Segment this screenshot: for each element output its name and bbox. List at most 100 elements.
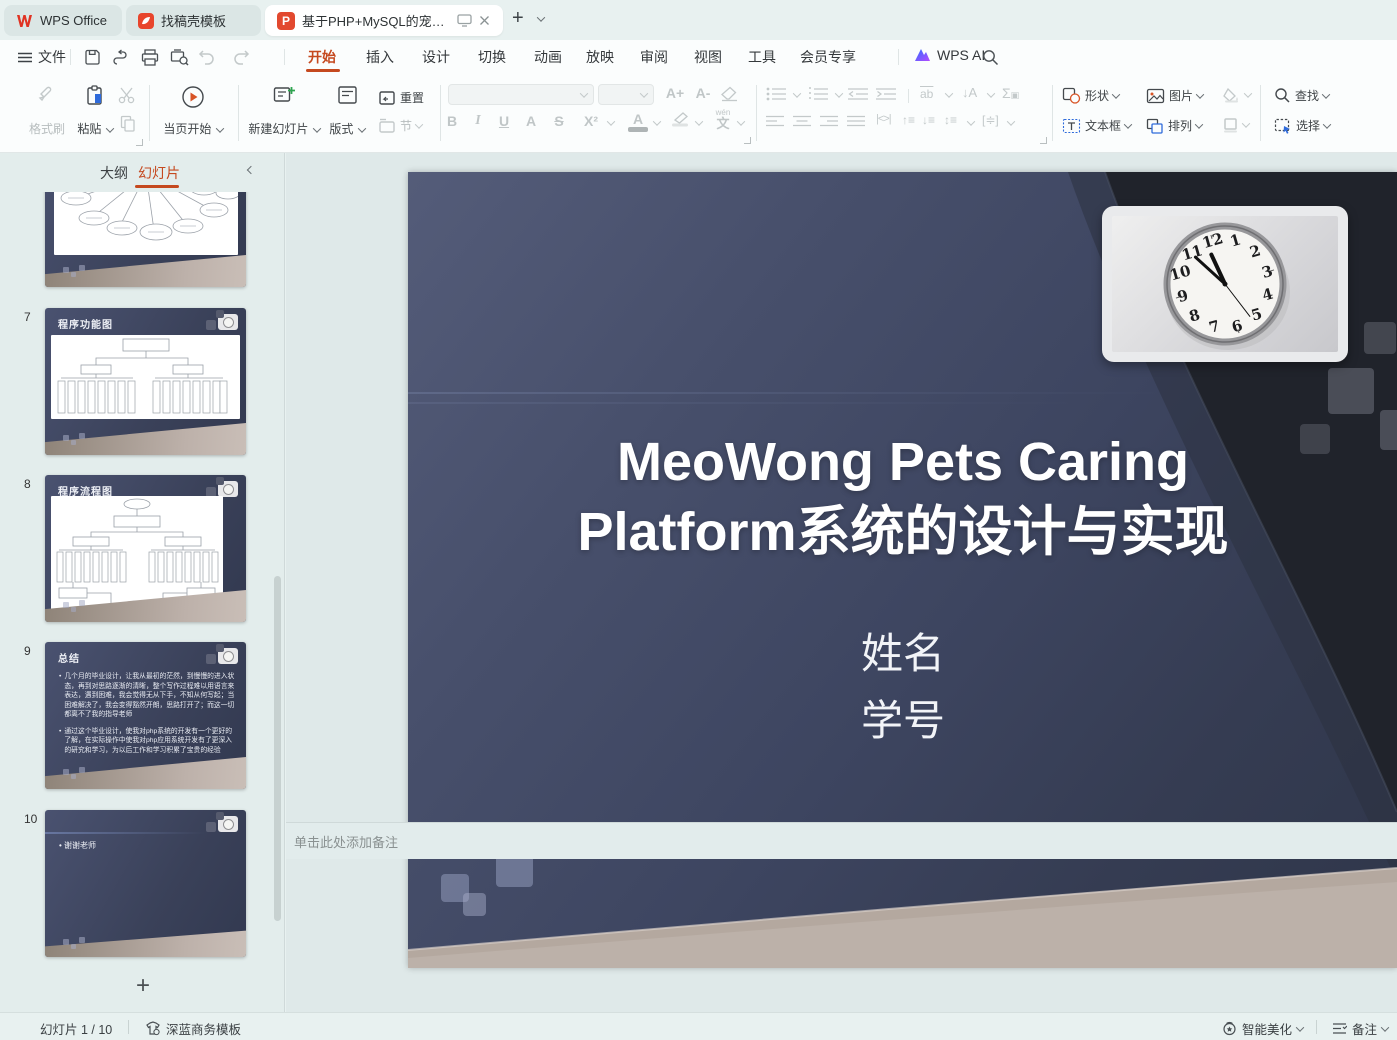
smartart-convert-button: Σ▣ [1002, 85, 1020, 101]
shapes-chevron-icon[interactable] [1111, 89, 1121, 99]
search-icon[interactable] [980, 47, 1000, 67]
wps-logo-icon [17, 14, 32, 27]
picture-chevron-icon[interactable] [1195, 89, 1205, 99]
tab-template-store[interactable]: 找稿壳模板 [126, 5, 261, 36]
tab-outline[interactable]: 大纲 [100, 163, 128, 183]
menu-slideshow[interactable]: 放映 [586, 47, 614, 67]
move-down-paragraph-button: ↓≡ [922, 113, 936, 127]
tab-wps-office[interactable]: WPS Office [4, 5, 122, 36]
paste-chevron-icon[interactable] [105, 124, 114, 133]
clock-picture[interactable]: 1 2 3 4 5 6 7 8 9 10 11 12 [1102, 206, 1348, 362]
slide-counter: 幻灯片 1 / 10 [40, 1023, 113, 1037]
thumbnail-slide-7[interactable]: 程序功能图 [45, 308, 246, 455]
numbering-button [808, 87, 834, 101]
slide-title-line2: Platform系统的设计与实现 [577, 502, 1229, 562]
slide-subtitle-id[interactable]: 学号 [408, 687, 1397, 748]
align-center-button [793, 115, 811, 128]
thumbnail-slide-8[interactable]: 程序流程图 [45, 475, 246, 622]
file-menu[interactable]: 文件 [18, 47, 66, 67]
format-painter-icon [38, 86, 52, 102]
select-chevron-icon[interactable] [1322, 119, 1332, 129]
increase-font-button: A+ [665, 85, 685, 101]
menu-review[interactable]: 审阅 [640, 47, 668, 67]
thumb-bullet-text: 通过这个毕业设计，使我对php系统的开发有一个更好的了解，在实际操作中使我对ph… [64, 727, 233, 754]
template-name-button[interactable]: 深蓝商务模板 [145, 1019, 241, 1038]
shapes-button[interactable]: 形状 [1062, 87, 1121, 104]
paragraph-expand-icon[interactable] [1040, 137, 1047, 144]
bold-button: B [446, 113, 458, 129]
notes-chevron-icon[interactable] [1380, 1022, 1390, 1032]
font-expand-icon[interactable] [744, 137, 751, 144]
justify-button [847, 115, 865, 128]
add-slide-button[interactable]: + [123, 972, 163, 1002]
tab-slides[interactable]: 幻灯片 [138, 163, 180, 183]
wps-ai-button[interactable]: WPS AI [914, 47, 985, 63]
textbox-chevron-icon[interactable] [1123, 119, 1133, 129]
thumbnail-slide-10[interactable]: • 谢谢老师 [45, 810, 246, 957]
tab-document[interactable]: P 基于PHP+MySQL的宠物Meo [265, 5, 503, 36]
new-tab-button[interactable]: + [512, 7, 524, 30]
clipboard-expand-icon[interactable] [136, 139, 143, 146]
print-icon[interactable] [140, 47, 160, 67]
slide-subtitle-name[interactable]: 姓名 [408, 620, 1397, 681]
fill-bucket-icon [1223, 87, 1238, 103]
tab-list-chevron-icon[interactable] [536, 13, 546, 22]
new-slide-button[interactable]: 新建幻灯片 [246, 83, 322, 143]
char-rotate-chevron-icon [986, 89, 996, 98]
fill-color-chevron-icon [1243, 89, 1253, 98]
smart-beautify-button[interactable]: 智能美化 [1222, 1019, 1305, 1038]
menu-insert[interactable]: 插入 [366, 47, 394, 67]
select-button[interactable]: 选择 [1274, 117, 1332, 134]
outline-square-icon [1224, 118, 1237, 133]
slide-bottom-sweep [408, 867, 1397, 968]
thumbnail-scrollbar[interactable] [274, 576, 281, 921]
beautify-chevron-icon[interactable] [1295, 1022, 1305, 1032]
text-direction-button: ab [920, 87, 934, 101]
decrease-indent-button [848, 87, 868, 101]
find-button[interactable]: 查找 [1274, 87, 1331, 104]
menu-transition[interactable]: 切换 [478, 47, 506, 67]
highlight-button [670, 111, 692, 127]
menu-tools[interactable]: 工具 [748, 47, 776, 67]
menu-animation[interactable]: 动画 [534, 47, 562, 67]
play-chevron-icon[interactable] [215, 124, 224, 133]
export-icon[interactable] [111, 47, 131, 67]
print-preview-icon[interactable] [169, 47, 189, 67]
highlight-pen-icon [672, 112, 688, 127]
thumbnail-slide-6[interactable] [45, 192, 246, 287]
picture-button[interactable]: 图片 [1146, 87, 1205, 104]
find-chevron-icon[interactable] [1321, 89, 1331, 99]
shapes-icon [1062, 87, 1081, 104]
align-right-button [820, 115, 838, 128]
arrange-chevron-icon[interactable] [1194, 119, 1204, 129]
layout-button[interactable]: 版式 [320, 83, 374, 143]
paste-icon [87, 85, 102, 105]
notes-bar[interactable]: 单击此处添加备注 [286, 822, 1397, 859]
thumbnail-slide-9[interactable]: 总结 • 几个月的毕业设计，让我从最初的茫然，到慢慢的进入状态，再到对思路逐渐的清… [45, 642, 246, 789]
slide-title[interactable]: MeoWong Pets Caring Platform系统的设计与实现 [408, 427, 1397, 567]
arrange-button[interactable]: 排列 [1146, 117, 1204, 134]
flow-chart-diagram [56, 498, 219, 612]
save-icon[interactable] [82, 47, 102, 67]
textbox-button[interactable]: 文本框 [1062, 117, 1133, 134]
italic-button: I [475, 113, 481, 128]
tab-label: 找稿壳模板 [161, 14, 227, 29]
thumbnail-number: 10 [24, 812, 38, 826]
wall-clock-image: 123456789101112 [1163, 222, 1290, 350]
notes-toggle-button[interactable]: 备注 [1332, 1019, 1390, 1038]
menu-home[interactable]: 开始 [308, 47, 336, 67]
menu-design[interactable]: 设计 [422, 47, 450, 67]
textbox-icon [1062, 118, 1081, 133]
menu-membership[interactable]: 会员专享 [800, 47, 856, 67]
line-spacing-chevron-icon [966, 117, 976, 126]
collapse-panel-icon[interactable] [246, 165, 256, 175]
deco-square [1328, 368, 1374, 414]
layout-chevron-icon[interactable] [357, 124, 366, 133]
reset-button[interactable]: 重置 [378, 89, 424, 106]
section-chevron-icon [414, 119, 424, 129]
copy-icon [120, 115, 135, 132]
outline-color-chevron-icon [1241, 119, 1251, 128]
close-icon[interactable] [479, 15, 490, 26]
menu-view[interactable]: 视图 [694, 47, 722, 67]
play-from-page-button[interactable]: 当页开始 [158, 83, 228, 143]
